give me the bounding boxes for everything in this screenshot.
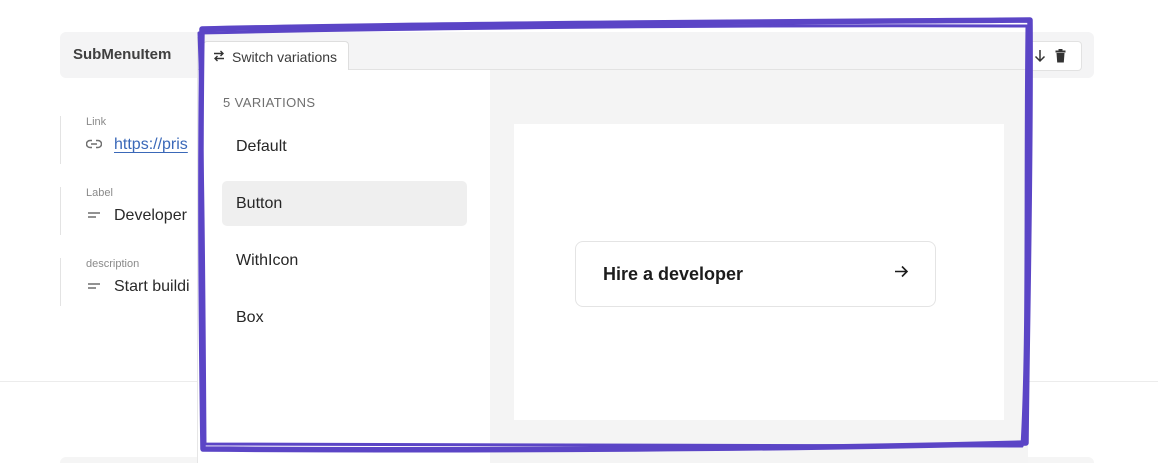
- text-icon: [86, 207, 102, 225]
- hire-developer-button[interactable]: Hire a developer: [575, 241, 936, 307]
- field-label-text: Label Developer: [60, 187, 187, 235]
- field-label: Label: [86, 187, 113, 199]
- slice-name: SubMenuItem: [73, 46, 172, 63]
- variations-popover: Switch variations 5 VARIATIONS Default B…: [197, 37, 1028, 463]
- field-link: Link https://pris: [60, 116, 188, 164]
- field-label: description: [86, 258, 140, 270]
- field-description-value[interactable]: Start buildi: [114, 278, 190, 296]
- popover-tab-strip: Switch variations: [198, 37, 1028, 71]
- preview-canvas: Hire a developer: [514, 124, 1004, 420]
- field-description: description Start buildi: [60, 258, 190, 306]
- field-link-value[interactable]: https://pris: [114, 136, 188, 154]
- field-label: Link: [86, 116, 107, 128]
- text-icon: [86, 278, 102, 296]
- variation-item-button[interactable]: Button: [222, 181, 467, 226]
- hire-developer-label: Hire a developer: [603, 263, 744, 284]
- swap-icon: [213, 49, 225, 65]
- field-label-value[interactable]: Developer: [114, 207, 187, 225]
- switch-variations-label: Switch variations: [232, 48, 338, 65]
- variation-list: 5 VARIATIONS Default Button WithIcon Box: [198, 70, 490, 463]
- trash-icon[interactable]: [1054, 48, 1066, 64]
- link-icon: [85, 136, 103, 154]
- arrow-down-icon[interactable]: [1034, 48, 1046, 64]
- variation-item-box[interactable]: Box: [222, 295, 467, 340]
- variation-preview-pane: Hire a developer: [490, 70, 1028, 463]
- variation-item-default[interactable]: Default: [222, 124, 467, 169]
- variation-count: 5 VARIATIONS: [223, 95, 316, 110]
- variation-item-withicon[interactable]: WithIcon: [222, 238, 467, 283]
- arrow-right-icon: [894, 265, 909, 283]
- switch-variations-tab[interactable]: Switch variations: [203, 41, 350, 71]
